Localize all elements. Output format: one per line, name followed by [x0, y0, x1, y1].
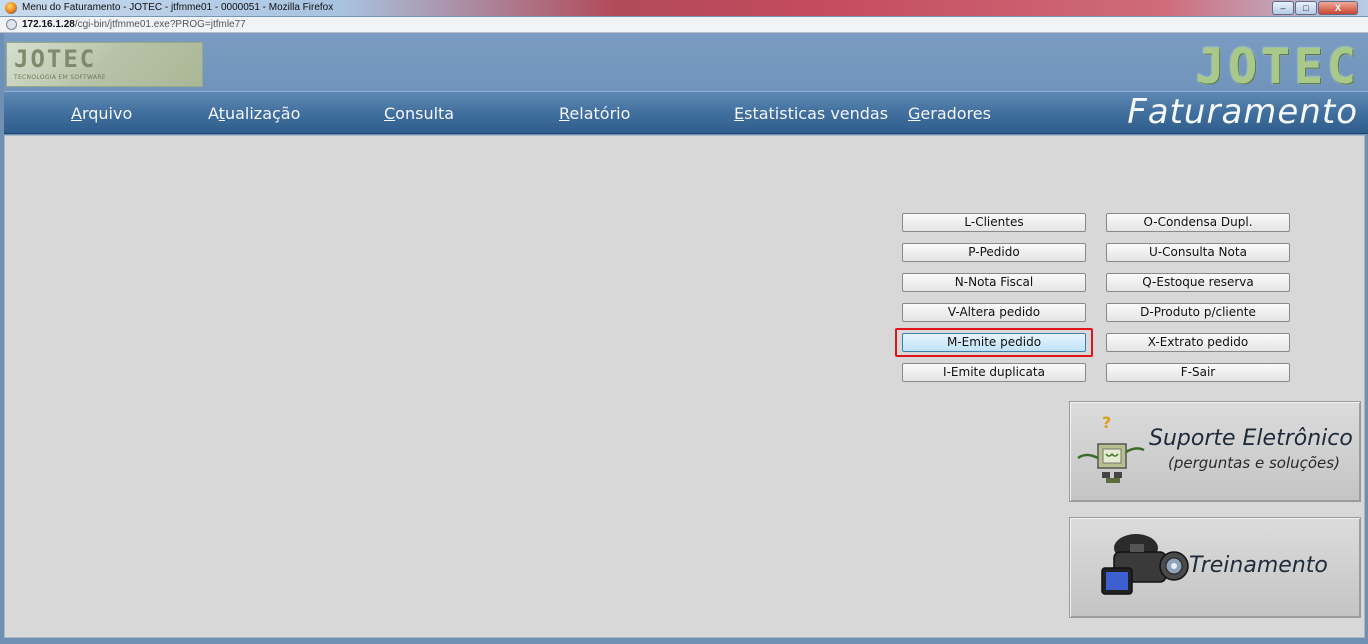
menu-estatisticas-vendas[interactable]: Estatisticas vendas — [734, 104, 888, 123]
menu-arquivo[interactable]: Arquivo — [71, 104, 132, 123]
close-button[interactable]: X — [1318, 1, 1358, 15]
pedido-button[interactable]: P-Pedido — [902, 243, 1086, 262]
main-menu-bar: Arquivo Atualização Consulta Relatório E… — [4, 91, 1368, 134]
site-identity-icon[interactable] — [6, 19, 17, 30]
support-panel[interactable]: ? Suporte Eletrônico (perguntas e soluçõ… — [1069, 401, 1361, 502]
module-title: Faturamento — [1127, 92, 1358, 132]
condensa-dupl-button[interactable]: O-Condensa Dupl. — [1106, 213, 1290, 232]
support-title: Suporte Eletrônico — [1149, 426, 1353, 451]
window-titlebar: Menu do Faturamento - JOTEC - jtfmme01 -… — [0, 0, 1368, 17]
menu-geradores[interactable]: Geradores — [908, 104, 991, 123]
consulta-nota-button[interactable]: U-Consulta Nota — [1106, 243, 1290, 262]
extrato-pedido-button[interactable]: X-Extrato pedido — [1106, 333, 1290, 352]
window-controls: – □ X — [1272, 1, 1358, 15]
support-subtitle: (perguntas e soluções) — [1168, 454, 1340, 472]
menu-relatorio[interactable]: Relatório — [559, 104, 630, 123]
altera-pedido-button[interactable]: V-Altera pedido — [902, 303, 1086, 322]
estoque-reserva-button[interactable]: Q-Estoque reserva — [1106, 273, 1290, 292]
menu-consulta[interactable]: Consulta — [384, 104, 454, 123]
clientes-button[interactable]: L-Clientes — [902, 213, 1086, 232]
produto-cliente-button[interactable]: D-Produto p/cliente — [1106, 303, 1290, 322]
video-camera-icon — [1101, 534, 1189, 595]
firefox-icon — [5, 2, 17, 14]
emite-pedido-button[interactable]: M-Emite pedido — [902, 333, 1086, 352]
jotec-logo-big: JOTEC — [1195, 39, 1360, 95]
svg-text:?: ? — [1102, 413, 1111, 432]
sair-button[interactable]: F-Sair — [1106, 363, 1290, 382]
jotec-logo-small: JOTEC TECNOLOGIA EM SOFTWARE — [6, 42, 203, 87]
main-content: L-Clientes P-Pedido N-Nota Fiscal V-Alte… — [4, 135, 1365, 638]
address-bar[interactable]: 172.16.1.28/cgi-bin/jtfmme01.exe?PROG=jt… — [0, 17, 1368, 33]
logo-small-word: JOTEC — [14, 45, 97, 73]
url-text[interactable]: 172.16.1.28/cgi-bin/jtfmme01.exe?PROG=jt… — [22, 19, 246, 30]
training-panel[interactable]: Treinamento — [1069, 517, 1361, 618]
url-path: /cgi-bin/jtfmme01.exe?PROG=jtfmle77 — [74, 19, 246, 30]
maximize-button[interactable]: □ — [1295, 1, 1317, 15]
robot-icon: ? — [1077, 413, 1145, 483]
emite-duplicata-button[interactable]: I-Emite duplicata — [902, 363, 1086, 382]
url-host: 172.16.1.28 — [22, 19, 75, 30]
window-title: Menu do Faturamento - JOTEC - jtfmme01 -… — [22, 2, 334, 13]
minimize-button[interactable]: – — [1272, 1, 1294, 15]
nota-fiscal-button[interactable]: N-Nota Fiscal — [902, 273, 1086, 292]
training-title: Treinamento — [1189, 553, 1328, 578]
logo-tagline: TECNOLOGIA EM SOFTWARE — [14, 74, 106, 81]
menu-atualizacao[interactable]: Atualização — [208, 104, 300, 123]
